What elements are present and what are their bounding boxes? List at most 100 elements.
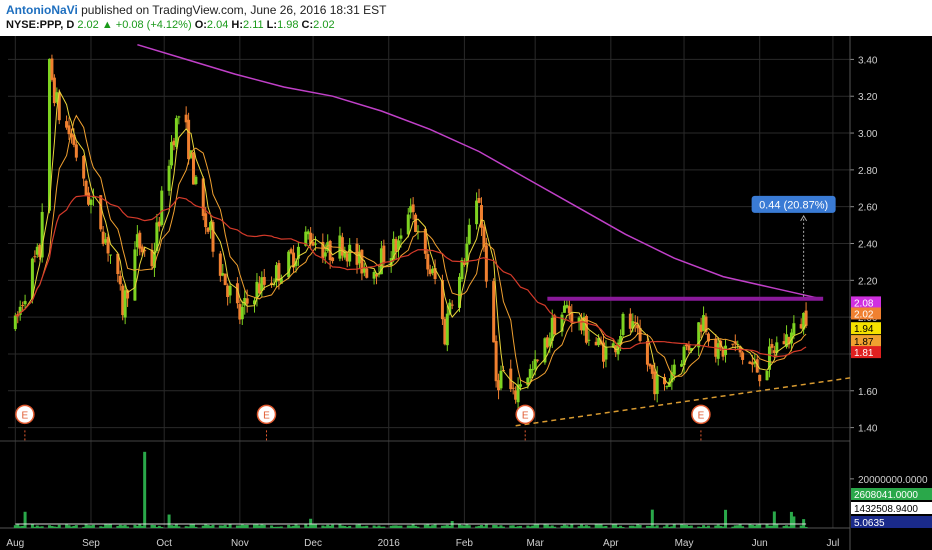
candle-body [499,370,503,389]
earnings-label: E [698,410,705,421]
y-tick-label: 2.60 [858,203,878,214]
x-tick-label: Apr [603,538,619,549]
candle-body [194,176,198,184]
candle-body [228,285,232,296]
volume-bar [587,526,591,528]
candle-body [492,281,496,343]
volume-bar [331,524,335,528]
candle-body [672,364,676,375]
earnings-label: E [22,410,29,421]
candle-body [67,125,71,135]
y-tick-label: 3.00 [858,129,878,140]
candle-body [587,339,591,341]
volume-bar [484,524,488,528]
price-tag-label: 2.02 [854,309,874,320]
volume-bar [382,526,386,528]
candle-body [109,254,113,256]
candle-body [218,253,222,276]
x-tick-label: Oct [156,538,172,549]
candle-body [528,368,532,379]
volume-bar [467,525,471,528]
measure-label: 0.44 (20.87%) [759,199,828,211]
volume-bar [650,509,654,528]
volume-bar [194,526,198,528]
volume-tick-label: 20000000.0000 [858,475,928,486]
candle-body [331,257,335,262]
candle-body [13,315,17,330]
candle-body [399,235,403,239]
candle-body [23,301,27,305]
candle-body [804,310,808,326]
y-tick-label: 3.20 [858,92,878,103]
volume-bar [126,526,130,528]
publication-line: AntonioNaVi published on TradingView.com… [6,3,386,17]
volume-bar [758,524,762,528]
candle-body [348,244,352,262]
x-tick-label: Jun [752,538,768,549]
volume-bar [724,509,728,528]
volume-bar [228,524,232,528]
candle-body [536,359,540,361]
candle-body [477,198,481,203]
y-tick-label: 2.20 [858,276,878,287]
volume-bar [621,527,625,528]
volume-bar [314,524,318,528]
candle-body [511,387,515,389]
candle-body [223,273,227,286]
candle-body [240,306,244,320]
volume-bar [74,525,78,528]
volume-bar [501,526,505,528]
x-tick-label: Mar [527,538,545,549]
author-link[interactable]: AntonioNaVi [6,3,78,17]
last-price: 2.02 [77,19,99,31]
candle-body [445,313,449,346]
low-value: 1.98 [277,19,299,31]
candle-body [450,304,454,306]
candle-body [204,213,208,228]
price-axis-panel [850,36,932,550]
candle-body [731,343,735,345]
candle-body [262,276,266,285]
volume-bar [143,451,147,528]
candle-body [174,118,178,147]
candle-body [170,142,174,166]
price-tag-label: 1.81 [854,348,874,359]
volume-bar [604,525,608,528]
candle-body [765,370,769,381]
y-tick-label: 3.40 [858,55,878,66]
candle-body [741,352,745,360]
candle-body [323,252,327,257]
volume-bar [177,526,181,528]
candle-body [74,144,78,158]
price-change: +0.08 (+4.12%) [115,19,192,31]
candle-body [365,268,369,278]
volume-bar [638,524,642,528]
candle-body [118,275,122,285]
volume-bar [553,526,557,528]
candle-body [519,384,523,387]
volume-bar [450,521,454,528]
volume-bar [792,516,796,528]
candle-body [484,245,488,282]
open-value: 2.04 [206,19,229,31]
volume-tag-label: 1432508.9400 [854,504,918,515]
candle-body [553,315,557,335]
volume-bar [57,524,61,528]
volume-bar [109,524,113,528]
volume-bar [672,524,676,528]
candle-body [33,256,37,258]
volume-bar [245,524,249,528]
price-chart[interactable]: 3.403.203.002.802.602.402.202.001.801.60… [0,36,932,550]
earnings-label: E [263,410,270,421]
candle-body [138,232,142,249]
candle-body [82,155,86,179]
volume-bar [296,525,300,528]
volume-bar [279,526,283,528]
x-tick-label: Sep [82,538,100,549]
x-tick-label: 2016 [378,538,401,549]
volume-tag-label: 2608041.0000 [854,490,918,501]
chart-header: AntonioNaVi published on TradingView.com… [0,0,932,36]
candle-body [167,165,171,191]
x-tick-label: Aug [6,538,24,549]
low-label: L: [266,19,278,31]
